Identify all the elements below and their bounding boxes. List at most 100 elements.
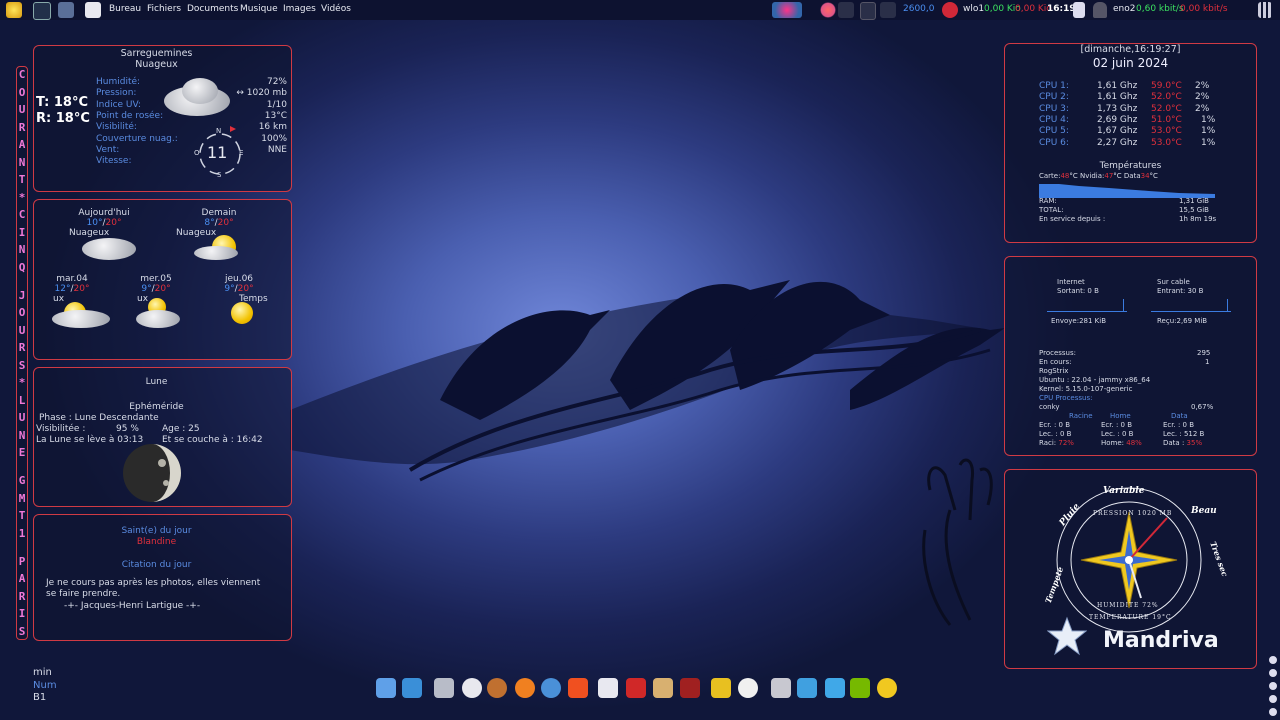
amazon-icon[interactable] — [738, 678, 758, 698]
tomorrow-condition: Nuageux — [176, 228, 217, 238]
volume-icon[interactable] — [880, 2, 896, 18]
banner-letter: R — [18, 589, 26, 603]
cpu-graph — [1039, 184, 1215, 198]
kb-num: Num — [33, 680, 57, 691]
weather-condition: Nuageux — [135, 59, 178, 70]
saint-title: Saint(e) du jour — [121, 526, 192, 536]
eth-down: 0,00 kbit/s — [1180, 4, 1228, 14]
banner-letter: U — [18, 323, 26, 337]
scroll-down-icon[interactable] — [1269, 708, 1277, 716]
banner-letter: M — [18, 491, 26, 505]
disk-usage-value: 48% — [1126, 439, 1142, 447]
banner-letter: P — [18, 554, 26, 568]
chess-icon[interactable] — [680, 678, 700, 698]
disk-write: Ecr. : 0 B — [1101, 421, 1133, 429]
scanner-icon[interactable] — [771, 678, 791, 698]
weather-row-label: Vitesse: — [96, 156, 132, 167]
menu-documents[interactable]: Documents — [187, 4, 238, 14]
forecast-day-label: mar.04 — [56, 274, 88, 284]
cpu-temp: 53.0°C — [1151, 126, 1182, 137]
mahjong-icon[interactable] — [653, 678, 673, 698]
display-settings-icon[interactable] — [58, 2, 74, 18]
brave-icon[interactable] — [568, 678, 588, 698]
surcable-label: Sur cable — [1157, 278, 1190, 286]
emoji-icon[interactable] — [877, 678, 897, 698]
clipboard-icon[interactable] — [1073, 2, 1085, 18]
menu-videos[interactable]: Vidéos — [321, 4, 351, 14]
forecast-day-condition: ux — [53, 294, 65, 304]
banner-letter: E — [18, 446, 26, 459]
tomorrow-cloud-icon — [194, 246, 238, 260]
weather-tray-icon[interactable] — [820, 2, 836, 18]
disk-usage-value: 35% — [1186, 439, 1203, 447]
scroll-icon-4[interactable] — [1269, 695, 1277, 703]
set-time: : 16:42 — [230, 435, 263, 445]
moon-age: Age : 25 — [162, 424, 200, 434]
weather-row-value: ↔ 1020 mb — [236, 88, 287, 99]
cpu-temp: 53.0°C — [1151, 137, 1182, 148]
apps-grid-icon[interactable] — [1258, 2, 1272, 18]
menu-fichiers[interactable]: Fichiers — [147, 4, 181, 14]
quote-line-2: se faire prendre. — [46, 589, 121, 599]
weather-row-value: 1/10 — [266, 99, 287, 110]
scroll-icon-2[interactable] — [1269, 669, 1277, 677]
weather-row-label: Humidité: — [96, 77, 141, 87]
weather-row-value: 13°C — [264, 110, 287, 121]
notification-bell-icon[interactable] — [838, 2, 854, 18]
baro-tres-sec: Tres sec — [1208, 540, 1231, 578]
top-panel: Bureau Fichiers Documents Musique Images… — [0, 0, 1280, 20]
temp-unit: °C — [1149, 172, 1158, 180]
kb-min: min — [33, 667, 52, 678]
disk-usage: Home: 48% — [1101, 439, 1142, 447]
thunderbird-icon[interactable] — [541, 678, 561, 698]
cpu-temp: 52.0°C — [1151, 103, 1182, 114]
dice-icon[interactable] — [626, 678, 646, 698]
temperature: T: 18°C — [36, 95, 89, 110]
banner-letter: A — [18, 572, 26, 585]
vivaldi-icon[interactable] — [462, 678, 482, 698]
marker-icon[interactable] — [711, 678, 731, 698]
firefox-icon[interactable] — [515, 678, 535, 698]
scroll-up-icon[interactable] — [1269, 656, 1277, 664]
menu-images[interactable]: Images — [283, 4, 316, 14]
scroll-icon-3[interactable] — [1269, 682, 1277, 690]
disk-data-header: Data — [1171, 412, 1188, 420]
menu-musique[interactable]: Musique — [240, 4, 278, 14]
clock[interactable]: 16:19 — [1047, 4, 1076, 14]
disk-read: Lec. : 0 B — [1101, 430, 1134, 438]
today-high: 20° — [105, 218, 122, 228]
window-manager-icon[interactable] — [376, 678, 396, 698]
moon-subtitle: Ephéméride — [129, 402, 184, 412]
cpu-freq: 1,67 Ghz — [1097, 126, 1138, 137]
cours-label: En cours: — [1039, 358, 1072, 366]
download-icon[interactable] — [825, 678, 845, 698]
banner-letter: * — [18, 376, 26, 389]
envoye: Envoye:281 KiB — [1051, 317, 1107, 325]
phase-value: Lune Descendante — [74, 413, 159, 423]
temp-data-label: °C Data — [1113, 172, 1141, 180]
forecast-cloud-icon — [136, 310, 180, 328]
cpu-temp: 51.0°C — [1151, 114, 1182, 125]
battery-icon[interactable] — [860, 2, 876, 20]
cpu-percent: 1% — [1201, 126, 1216, 137]
gimp-icon[interactable] — [487, 678, 507, 698]
menu-bureau[interactable]: Bureau — [109, 4, 141, 14]
start-menu-icon[interactable] — [6, 2, 22, 18]
text-editor-icon[interactable] — [434, 678, 454, 698]
terminal-icon[interactable] — [33, 2, 51, 20]
update-icon[interactable] — [772, 2, 802, 18]
nvidia-icon[interactable] — [850, 678, 870, 698]
home-folder-icon[interactable] — [85, 2, 101, 18]
desktop-icon[interactable] — [402, 678, 422, 698]
moon-title: Lune — [145, 377, 168, 387]
ram-value: 1,31 GiB — [1179, 197, 1209, 205]
remote-desktop-icon[interactable] — [797, 678, 817, 698]
cpu-freq: 2,69 Ghz — [1097, 114, 1138, 125]
bell-icon[interactable] — [1093, 2, 1107, 18]
day-high: 20° — [154, 284, 171, 294]
today-condition: Nuageux — [69, 228, 110, 238]
block-icon[interactable] — [942, 2, 958, 18]
banner-letter: C — [18, 208, 26, 221]
solitaire-icon[interactable] — [598, 678, 618, 698]
banner-letter: U — [18, 103, 26, 116]
